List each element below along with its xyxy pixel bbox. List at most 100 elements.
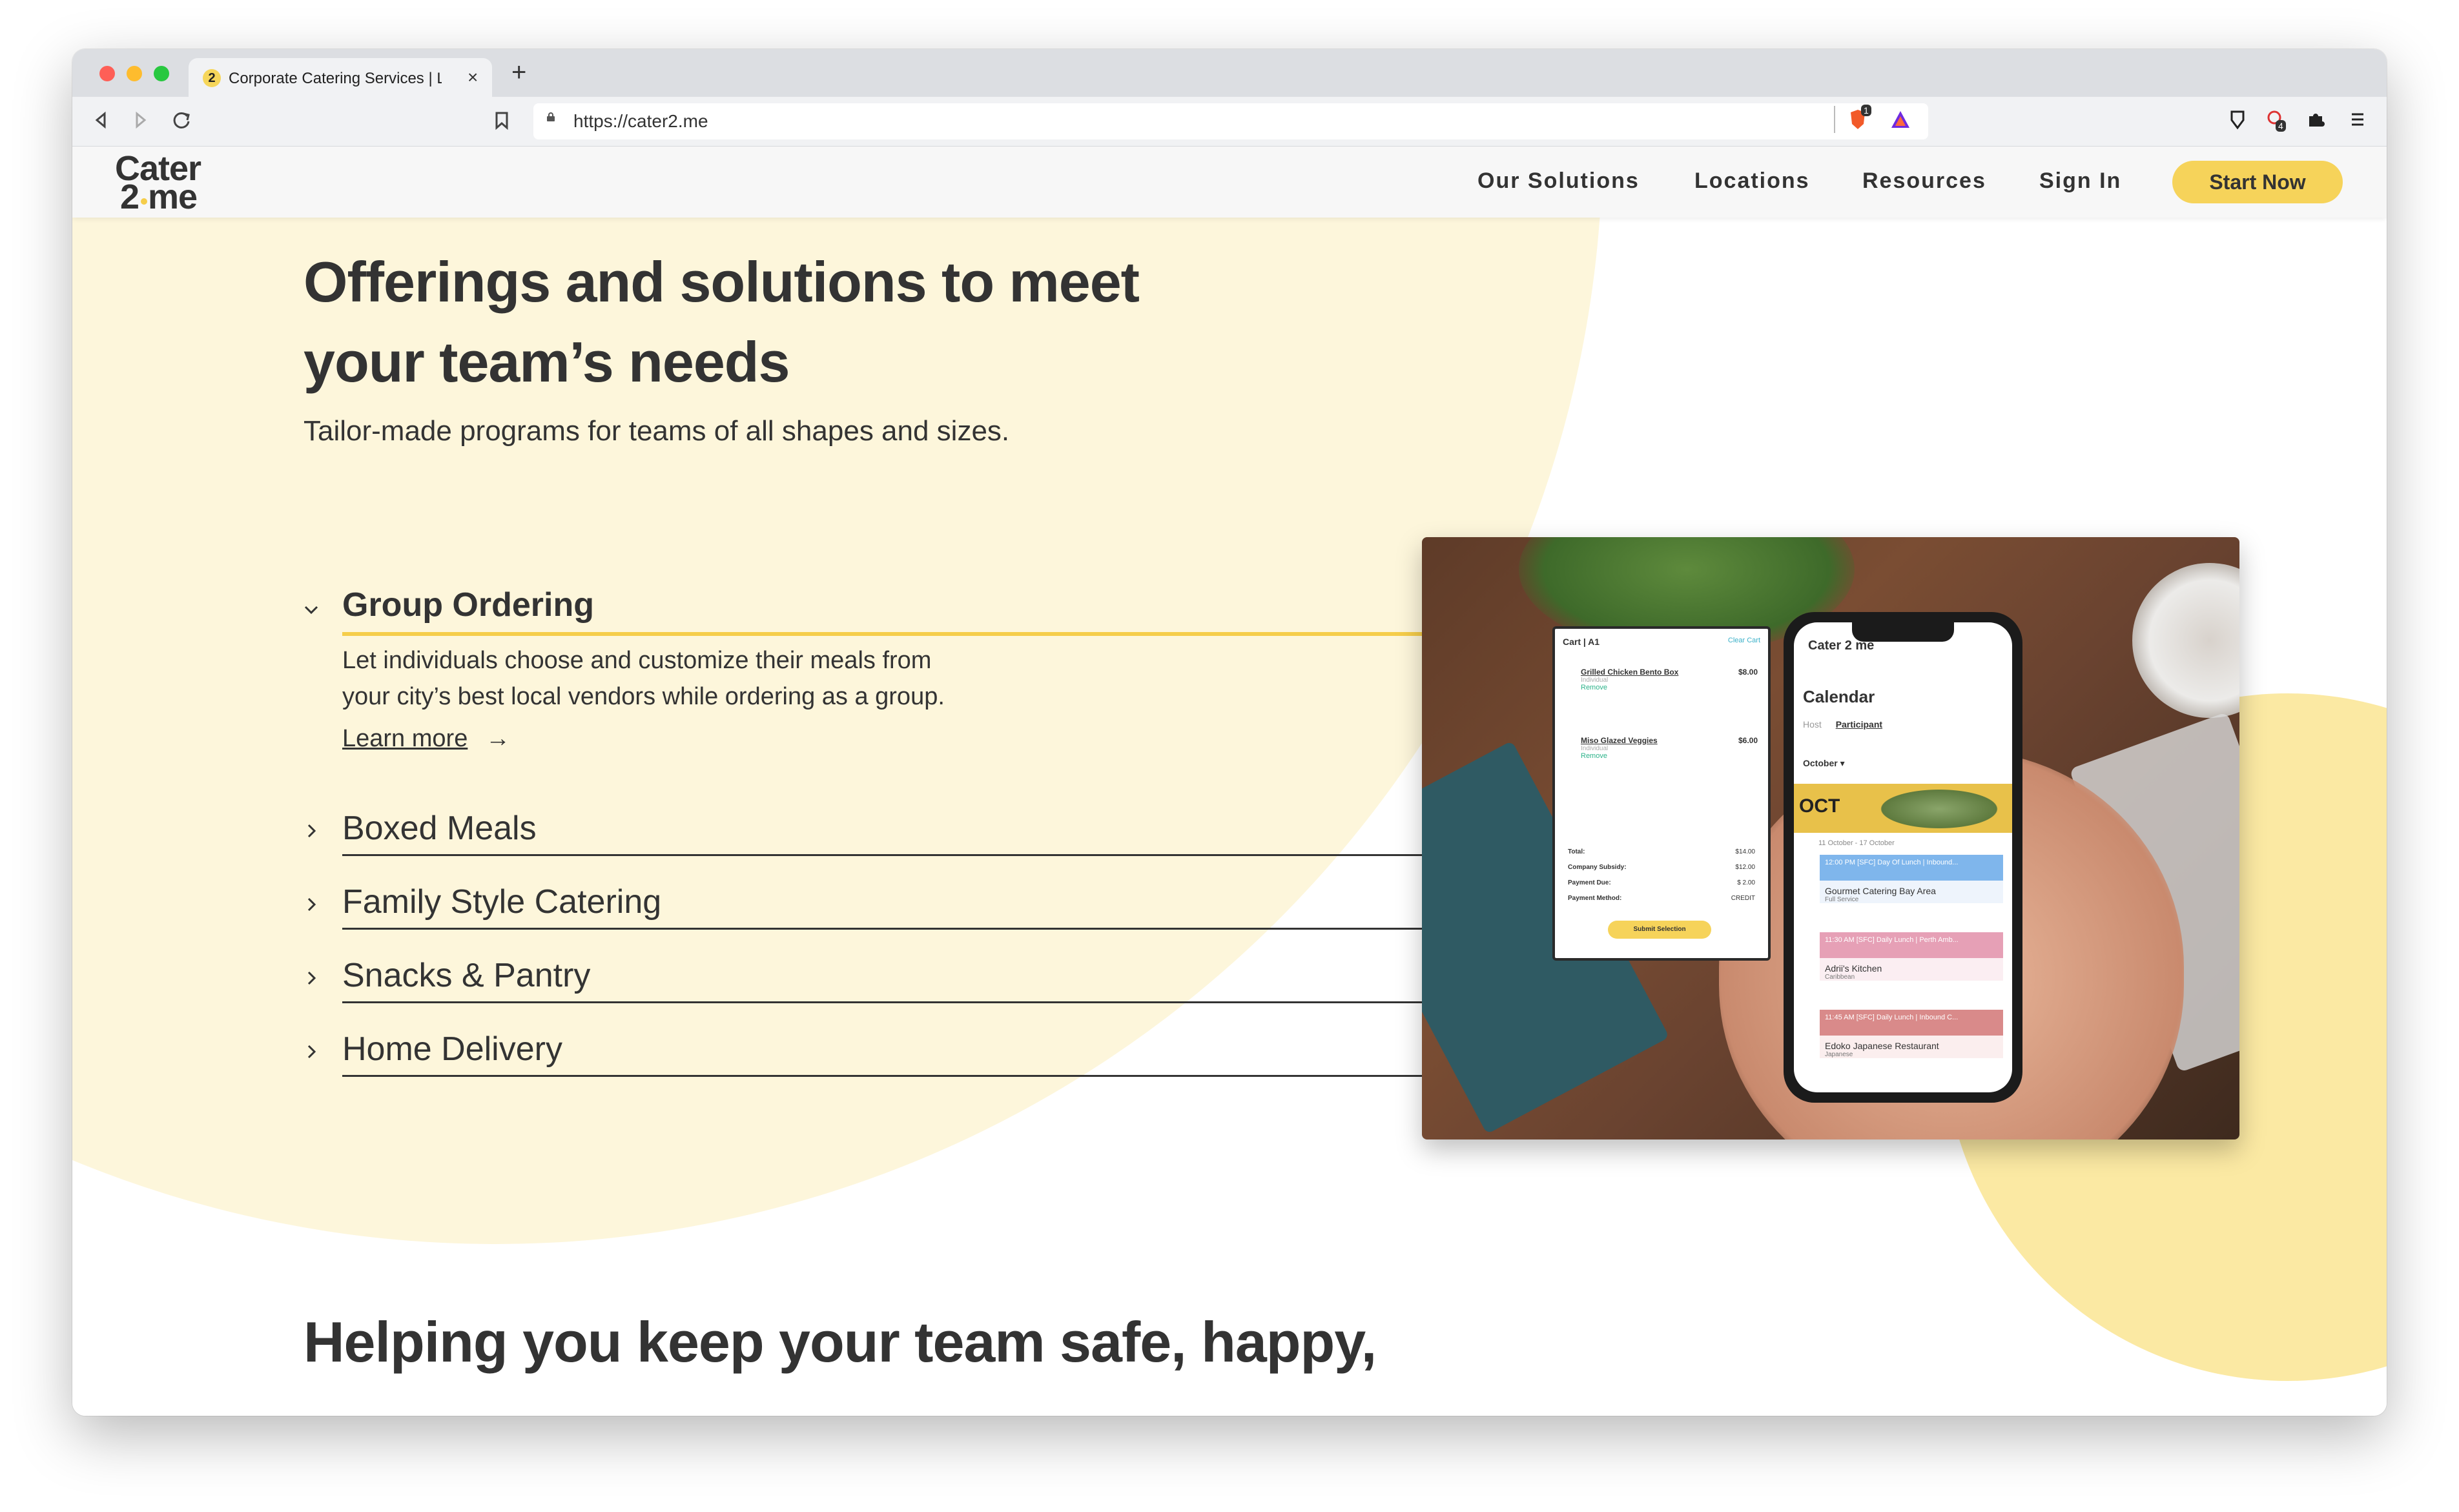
accordion-item-family-style[interactable]: Family Style Catering bbox=[304, 883, 1483, 934]
puzzle-icon[interactable] bbox=[2305, 108, 2327, 130]
subsidy-value: $12.00 bbox=[1735, 864, 1755, 871]
cart-item-note: Individual bbox=[1581, 677, 1609, 684]
logo-text-2me: 2 me bbox=[120, 178, 198, 216]
tab-title: Corporate Catering Services | L bbox=[229, 70, 442, 87]
accordion-label: Snacks & Pantry bbox=[342, 957, 591, 994]
back-icon[interactable] bbox=[92, 107, 110, 139]
phone-calendar-title: Calendar bbox=[1803, 687, 1875, 706]
chevron-down-icon bbox=[304, 606, 318, 615]
phone-date-range: 11 October - 17 October bbox=[1818, 839, 1895, 847]
accordion-divider bbox=[342, 1075, 1483, 1077]
payment-due-label: Payment Due: bbox=[1568, 879, 1611, 886]
phone-mockup: Cater 2 me Calendar Host Participant Oct… bbox=[1784, 612, 2022, 1103]
nav-our-solutions[interactable]: Our Solutions bbox=[1477, 169, 1640, 194]
nav-sign-in[interactable]: Sign In bbox=[2039, 169, 2121, 194]
event-name: Adrii's Kitchen bbox=[1825, 963, 1882, 974]
accordion-label: Home Delivery bbox=[342, 1030, 562, 1068]
payment-method-label: Payment Method: bbox=[1568, 895, 1622, 902]
event-header: 11:45 AM [SFC] Daily Lunch | Inbound C..… bbox=[1820, 1010, 2003, 1036]
section-title-helping: Helping you keep your team safe, happy, bbox=[304, 1310, 1377, 1374]
cart-totals: Total: $14.00 Company Subsidy: $12.00 Paym… bbox=[1568, 848, 1755, 910]
site-navbar: Cater 2 me Our Solutions Locations Resou… bbox=[72, 147, 2387, 218]
hero-title-line2: your team’s needs bbox=[304, 330, 790, 394]
browser-window: 2 Corporate Catering Services | L × + ht… bbox=[72, 49, 2387, 1416]
browser-toolbar: https://cater2.me 1 4 bbox=[72, 97, 2387, 147]
accordion-divider bbox=[342, 1001, 1483, 1003]
tab-close-icon[interactable]: × bbox=[468, 67, 478, 88]
event-sub: Full Service bbox=[1825, 896, 1859, 903]
event-header: 12:00 PM [SFC] Day Of Lunch | Inbound... bbox=[1820, 855, 2003, 881]
subsidy-row: Company Subsidy: $12.00 bbox=[1568, 864, 1755, 879]
shield-icon[interactable] bbox=[2227, 108, 2248, 130]
phone-banner-text: OCT bbox=[1799, 795, 1840, 817]
accordion-label: Group Ordering bbox=[342, 586, 594, 624]
url-text: https://cater2.me bbox=[573, 111, 708, 131]
cart-item-price: $6.00 bbox=[1738, 736, 1758, 745]
event-sub: Caribbean bbox=[1825, 974, 1855, 981]
accordion-item-boxed-meals[interactable]: Boxed Meals bbox=[304, 809, 1483, 861]
payment-method-row: Payment Method: CREDIT bbox=[1568, 895, 1755, 910]
photo-coffee-cup bbox=[2132, 563, 2239, 718]
submit-selection-button: Submit Selection bbox=[1608, 921, 1711, 939]
accordion-label: Boxed Meals bbox=[342, 810, 537, 847]
accordion-item-snacks-pantry[interactable]: Snacks & Pantry bbox=[304, 956, 1483, 1008]
cart-item-remove: Remove bbox=[1581, 752, 1607, 760]
product-photo: Cart | A1 Clear Cart Grilled Chicken Ben… bbox=[1422, 537, 2239, 1139]
cater2me-logo[interactable]: Cater 2 me bbox=[115, 150, 238, 215]
zoom-window-button[interactable] bbox=[154, 66, 169, 81]
bookmark-icon[interactable] bbox=[493, 107, 510, 139]
close-window-button[interactable] bbox=[99, 66, 115, 81]
event-name: Gourmet Catering Bay Area bbox=[1825, 886, 1936, 896]
browser-tab[interactable]: 2 Corporate Catering Services | L × bbox=[189, 58, 492, 97]
phone-tabs: Host Participant bbox=[1803, 719, 1882, 730]
brave-shield-icon[interactable]: 1 bbox=[1847, 105, 1871, 130]
reload-icon[interactable] bbox=[170, 107, 192, 139]
tab-strip: 2 Corporate Catering Services | L × + bbox=[72, 49, 2387, 97]
accordion-item-group-ordering[interactable]: Group Ordering bbox=[304, 586, 1483, 650]
phone-food-image bbox=[1871, 786, 2007, 832]
chevron-right-icon bbox=[307, 1045, 316, 1059]
payment-due-row: Payment Due: $ 2.00 bbox=[1568, 879, 1755, 895]
accordion-divider-active bbox=[342, 632, 1483, 636]
chevron-right-icon bbox=[307, 971, 316, 985]
minimize-window-button[interactable] bbox=[127, 66, 142, 81]
hero-title-line1: Offerings and solutions to meet bbox=[304, 250, 1140, 314]
rewards-triangle-icon[interactable] bbox=[1889, 108, 1911, 130]
cart-card: Cart | A1 Clear Cart Grilled Chicken Ben… bbox=[1552, 626, 1771, 961]
phone-event: 12:00 PM [SFC] Day Of Lunch | Inbound...… bbox=[1820, 855, 2003, 903]
chevron-right-icon bbox=[307, 897, 316, 912]
forward-icon[interactable] bbox=[132, 107, 150, 139]
page-viewport[interactable]: Cater 2 me Our Solutions Locations Resou… bbox=[72, 147, 2387, 1416]
chevron-right-icon bbox=[307, 824, 316, 838]
cart-item: Miso Glazed Veggies $6.00 Individual Rem… bbox=[1581, 736, 1762, 760]
cart-title: Cart | A1 bbox=[1563, 637, 1600, 647]
lock-icon bbox=[547, 112, 555, 121]
event-header: 11:30 AM [SFC] Daily Lunch | Perth Amb..… bbox=[1820, 932, 2003, 958]
favicon-icon: 2 bbox=[203, 69, 221, 87]
subsidy-label: Company Subsidy: bbox=[1568, 864, 1627, 871]
start-now-button[interactable]: Start Now bbox=[2172, 161, 2343, 203]
hero-title: Offerings and solutions to meet your tea… bbox=[304, 242, 1337, 402]
extension-glasses-icon[interactable]: 4 bbox=[2265, 108, 2287, 132]
accordion-body: Let individuals choose and customize the… bbox=[342, 642, 1053, 715]
accordion-item-home-delivery[interactable]: Home Delivery bbox=[304, 1030, 1483, 1081]
phone-screen: Cater 2 me Calendar Host Participant Oct… bbox=[1794, 622, 2012, 1092]
cart-clear: Clear Cart bbox=[1727, 637, 1760, 644]
brave-badge: 1 bbox=[1861, 105, 1871, 116]
cart-item-note: Individual bbox=[1581, 745, 1609, 752]
phone-event: 11:45 AM [SFC] Daily Lunch | Inbound C..… bbox=[1820, 1010, 2003, 1058]
address-bar[interactable]: https://cater2.me bbox=[533, 103, 1928, 139]
new-tab-button[interactable]: + bbox=[511, 59, 526, 85]
cart-item: Grilled Chicken Bento Box $8.00 Individu… bbox=[1581, 668, 1762, 691]
menu-icon[interactable] bbox=[2348, 108, 2370, 130]
cart-item-name: Grilled Chicken Bento Box bbox=[1581, 668, 1679, 677]
learn-more-link[interactable]: Learn more bbox=[342, 725, 468, 753]
payment-method-value: CREDIT bbox=[1731, 895, 1755, 902]
event-sub: Japanese bbox=[1825, 1051, 1853, 1058]
nav-locations[interactable]: Locations bbox=[1694, 169, 1810, 194]
nav-resources[interactable]: Resources bbox=[1862, 169, 1986, 194]
phone-event: 11:30 AM [SFC] Daily Lunch | Perth Amb..… bbox=[1820, 932, 2003, 981]
phone-month: October ▾ bbox=[1803, 758, 1845, 768]
phone-banner: OCT bbox=[1794, 784, 2012, 833]
extension-badge: 4 bbox=[2276, 120, 2286, 132]
